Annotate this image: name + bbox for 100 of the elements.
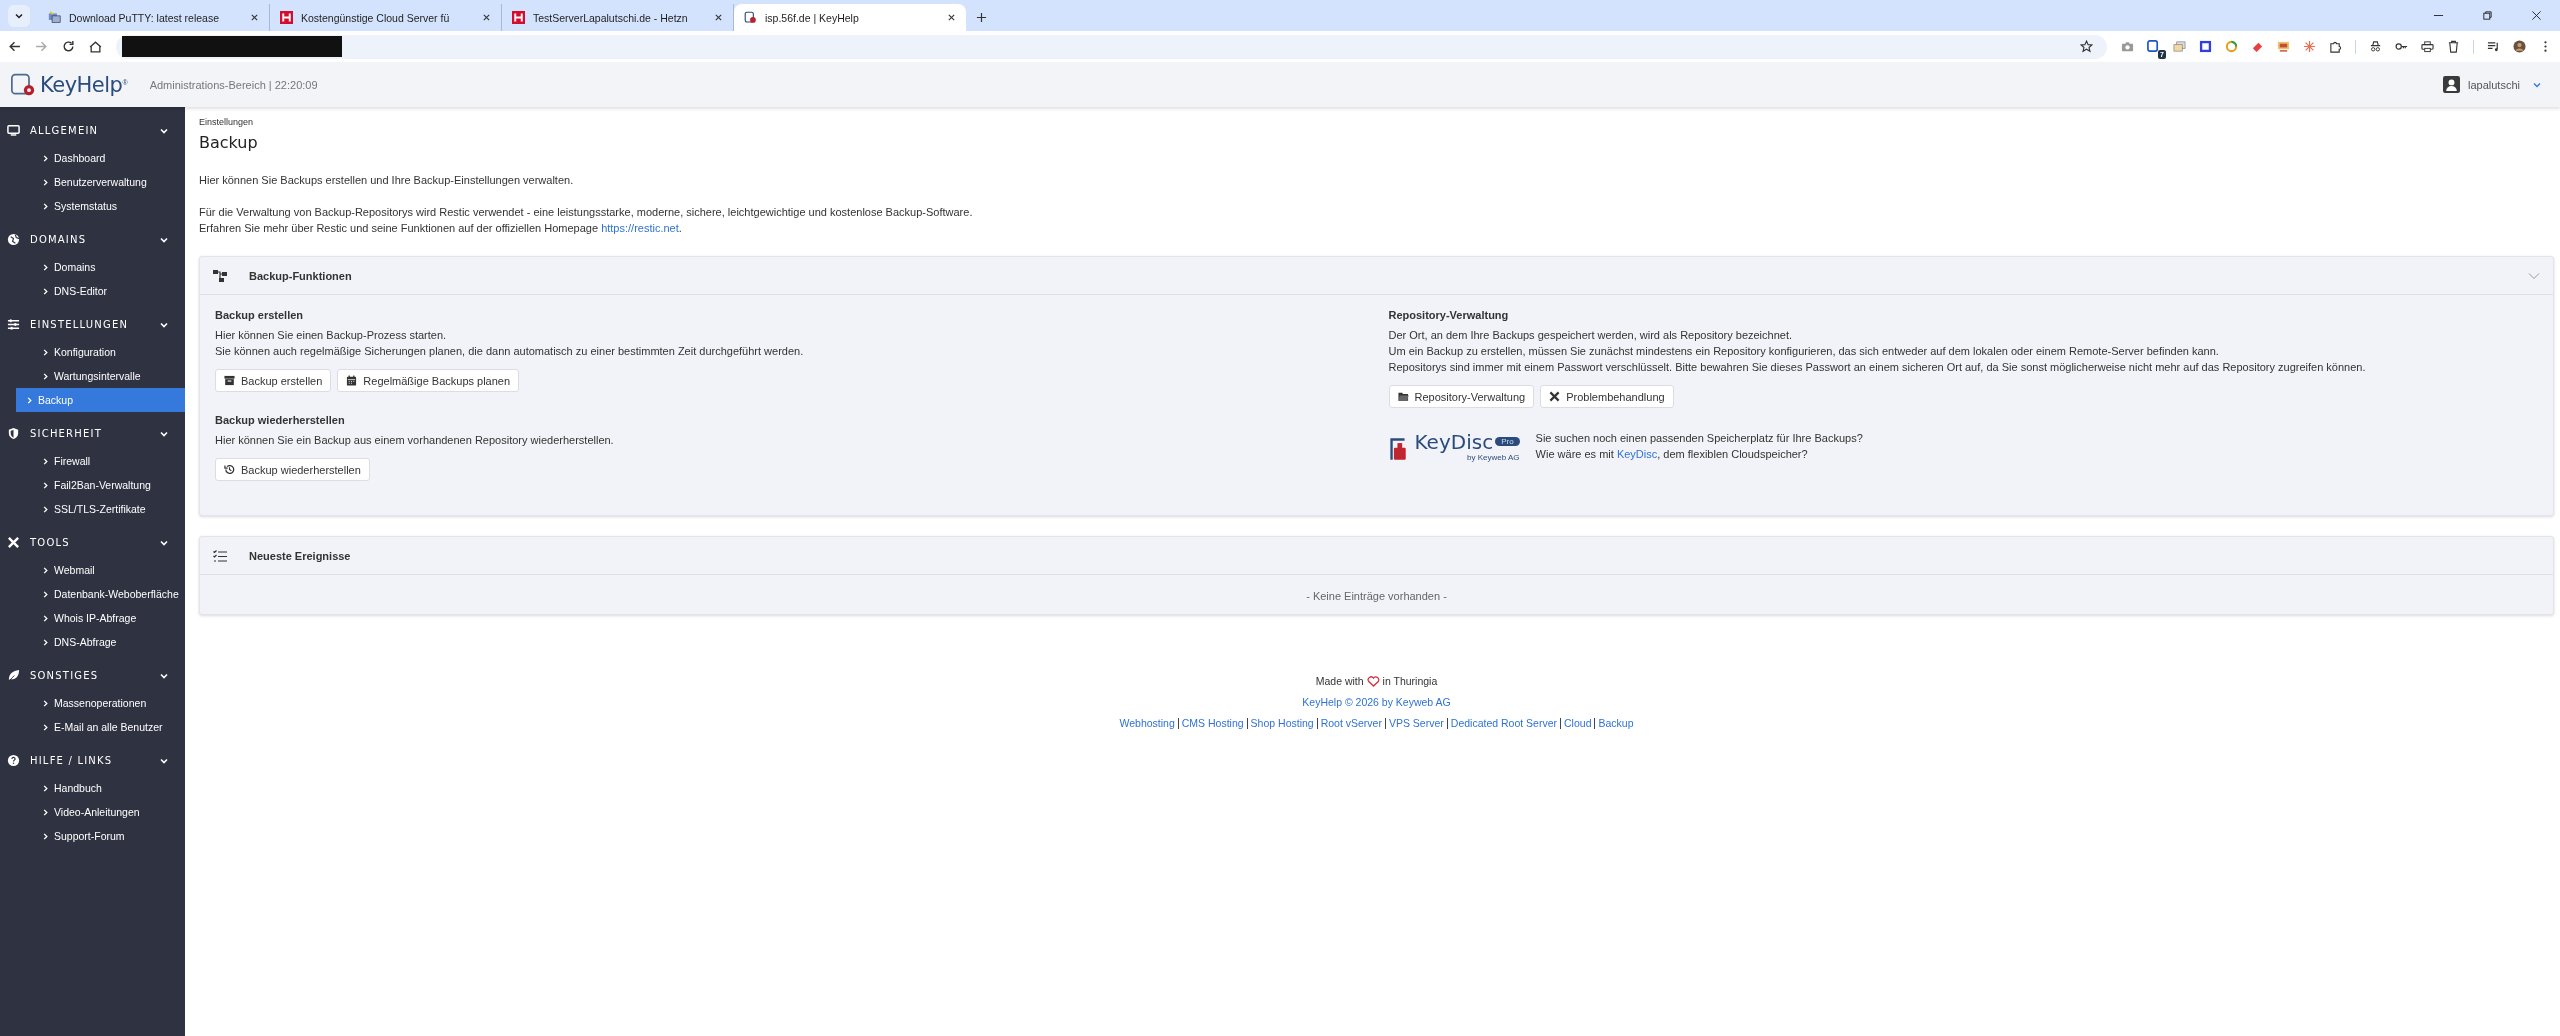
footer-text: in Thuringia	[1382, 675, 1438, 687]
playlist-icon[interactable]	[2487, 40, 2500, 53]
action-button[interactable]: Backup erstellen	[215, 369, 332, 392]
sidebar-item[interactable]: Whois IP-Abfrage	[16, 606, 185, 630]
close-icon[interactable]	[2531, 10, 2542, 21]
user-menu[interactable]: lapalutschi	[2443, 76, 2542, 93]
keydisc-logo[interactable]: KeyDisc Pro by Keyweb AG	[1388, 430, 1520, 462]
sidebar-item[interactable]: Datenbank-Weboberfläche	[16, 582, 185, 606]
chevron-icon	[42, 699, 49, 707]
ring-icon[interactable]	[2225, 40, 2238, 53]
avatar-icon[interactable]	[2513, 40, 2526, 53]
sidebar-item[interactable]: SSL/TLS-Zertifikate	[16, 497, 185, 521]
footer-link[interactable]: Webhosting	[1119, 717, 1175, 729]
camera-icon[interactable]	[2121, 40, 2134, 53]
footer-link[interactable]: CMS Hosting	[1181, 717, 1244, 729]
reload-icon[interactable]	[62, 40, 75, 53]
sidebar-item[interactable]: Backup	[16, 388, 185, 412]
key-icon[interactable]	[2395, 40, 2408, 53]
chevron-icon	[42, 638, 49, 646]
sidebar-item[interactable]: Fail2Ban-Verwaltung	[16, 473, 185, 497]
terminal-icon	[48, 11, 61, 24]
description-text: Für die Verwaltung von Backup-Repositorys wird Restic verwendet - eine leistungsstarke, moderne, sichere, leichtgewichtige und kostenlose Backup-Software.	[199, 205, 974, 220]
incognito-icon[interactable]	[2369, 40, 2382, 53]
sidebar-item[interactable]: E-Mail an alle Benutzer	[16, 715, 185, 739]
chevron-icon	[42, 457, 49, 465]
close-icon[interactable]	[714, 13, 723, 22]
sidebar-item[interactable]: Webmail	[16, 558, 185, 582]
copyright-link[interactable]: KeyHelp © 2026 by Keyweb AG	[1302, 696, 1451, 708]
section-heading: Backup erstellen	[215, 309, 305, 321]
sidebar-item[interactable]: Video-Anleitungen	[16, 800, 185, 824]
intro-text: Hier können Sie Backups erstellen und Ihre Backup-Einstellungen verwalten.	[199, 174, 575, 186]
folder-icon	[1397, 391, 1409, 402]
chevron-icon	[42, 590, 49, 598]
sidebar-item[interactable]: Systemstatus	[16, 194, 185, 218]
sidebar-section-header[interactable]: ALLGEMEIN	[0, 115, 185, 146]
sidebar-section-header[interactable]: TOOLS	[0, 527, 185, 558]
footer-link[interactable]: Dedicated Root Server	[1450, 717, 1558, 729]
promo-text: Sie suchen noch einen passenden Speicherplatz für Ihre Backups?	[1535, 431, 1863, 446]
sidebar-section-header[interactable]: DOMAINS	[0, 224, 185, 255]
star-icon[interactable]	[2080, 40, 2093, 53]
section-text: Um ein Backup zu erstellen, müssen Sie zunächst mindestens ein Repository konfigurieren, das sich entweder auf dem lokalen oder einem Remote-Server befinden kann.	[1388, 344, 2220, 359]
sidebar-section-header[interactable]: SONSTIGES	[0, 660, 185, 691]
chevron-icon	[42, 154, 49, 162]
footer-link[interactable]: Shop Hosting	[1250, 717, 1314, 729]
browser-tab[interactable]: isp.56f.de | KeyHelp	[734, 4, 966, 31]
sidebar-item[interactable]: Support-Forum	[16, 824, 185, 848]
footer-link[interactable]: Cloud	[1564, 717, 1592, 729]
new-tab-icon[interactable]	[976, 12, 987, 23]
sidebar-item[interactable]: Massenoperationen	[16, 691, 185, 715]
close-icon[interactable]	[482, 13, 491, 22]
chevron-icon	[42, 832, 49, 840]
breadcrumb[interactable]: Einstellungen	[199, 117, 2554, 127]
home-icon[interactable]	[89, 40, 102, 53]
starburst-icon[interactable]	[2303, 40, 2316, 53]
monitor-icon[interactable]	[2277, 40, 2290, 53]
sidebar-item[interactable]: Konfiguration	[16, 340, 185, 364]
eraser-icon[interactable]	[2251, 40, 2264, 53]
footer-link[interactable]: VPS Server	[1388, 717, 1444, 729]
stacked-windows-icon[interactable]	[2173, 40, 2186, 53]
sidebar-item[interactable]: Handbuch	[16, 776, 185, 800]
sidebar-item[interactable]: DNS-Editor	[16, 279, 185, 303]
address-field[interactable]	[116, 34, 2107, 59]
footer-link[interactable]: Backup	[1598, 717, 1634, 729]
action-button[interactable]: Problembehandlung	[1540, 385, 1674, 408]
action-button[interactable]: Backup wiederherstellen	[215, 458, 370, 481]
sidebar-item[interactable]: Firewall	[16, 449, 185, 473]
puzzle-icon[interactable]	[2329, 40, 2342, 53]
sidebar-item[interactable]: Wartungsintervalle	[16, 364, 185, 388]
back-icon[interactable]	[8, 40, 21, 53]
chevron-icon	[26, 396, 33, 404]
tab-title: Download PuTTY: latest release	[69, 11, 220, 24]
printer-icon[interactable]	[2421, 40, 2434, 53]
close-icon[interactable]	[250, 13, 259, 22]
chevron-icon	[42, 723, 49, 731]
sidebar-section-header[interactable]: EINSTELLUNGEN	[0, 309, 185, 340]
sidebar-section-header[interactable]: HILFE / LINKS	[0, 745, 185, 776]
h-logo-icon	[512, 11, 525, 24]
keyhelp-logo[interactable]: KeyHelp$^{®}$	[10, 72, 128, 97]
header-subtitle: Administrations-Bereich | 22:20:09	[149, 78, 318, 91]
sidebar-item[interactable]: Dashboard	[16, 146, 185, 170]
tab-title: TestServerLapalutschi.de - Hetzn	[533, 11, 689, 24]
restore-icon[interactable]	[2482, 10, 2493, 21]
sidebar-item[interactable]: DNS-Abfrage	[16, 630, 185, 654]
section-heading: Backup wiederherstellen	[215, 414, 346, 426]
panel-title: Neueste Ereignisse	[249, 549, 352, 562]
archive-icon	[224, 375, 235, 386]
heart-icon	[1366, 675, 1380, 687]
sidebar-item[interactable]: Benutzerverwaltung	[16, 170, 185, 194]
caret-icon	[14, 11, 24, 21]
chevron-icon	[42, 178, 49, 186]
restic-link[interactable]: https://restic.net	[601, 222, 679, 234]
trash-icon[interactable]	[2447, 40, 2460, 53]
sidebar-section-header[interactable]: SICHERHEIT	[0, 418, 185, 449]
tab-search-button[interactable]	[8, 5, 30, 27]
square-frame-icon[interactable]	[2199, 40, 2212, 53]
action-button[interactable]: Repository-Verwaltung	[1388, 385, 1535, 408]
action-button[interactable]: Regelmäßige Backups planen	[337, 369, 520, 392]
sidebar-item[interactable]: Domains	[16, 255, 185, 279]
footer-link[interactable]: Root vServer	[1320, 717, 1382, 729]
close-icon[interactable]	[947, 13, 956, 22]
